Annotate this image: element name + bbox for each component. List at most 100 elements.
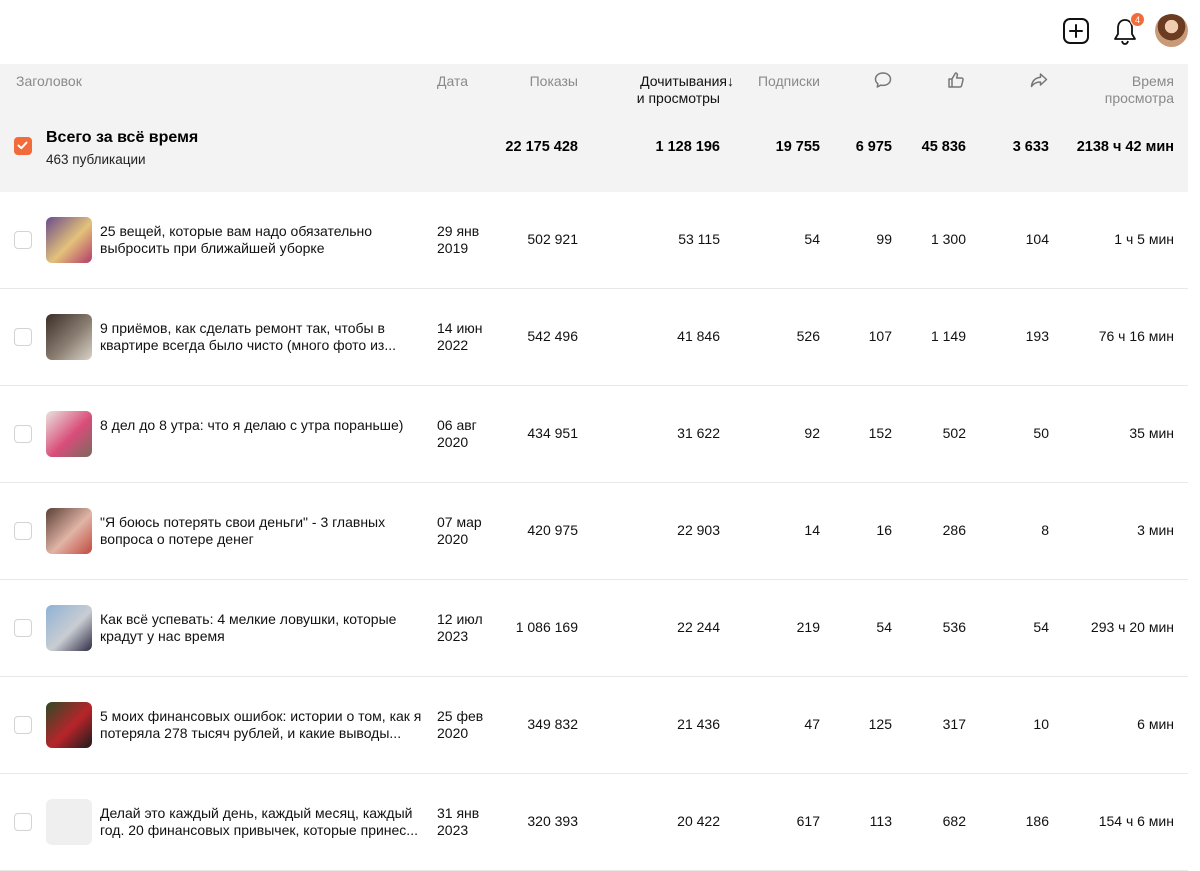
row-checkbox[interactable] [14, 716, 32, 734]
header-comments[interactable] [873, 70, 893, 90]
total-publications-count: 463 публикации [46, 152, 146, 167]
likes-cell: 502 [942, 425, 966, 441]
checkmark-icon [17, 141, 28, 150]
shares-cell: 193 [1025, 328, 1049, 344]
views-cell: 320 393 [527, 813, 578, 829]
publications-table: Заголовок Дата Показы Дочитывания↓ и про… [0, 64, 1188, 871]
shares-cell: 54 [1033, 619, 1049, 635]
views-cell: 420 975 [527, 522, 578, 538]
row-checkbox[interactable] [14, 619, 32, 637]
publication-title[interactable]: Делай это каждый день, каждый месяц, каж… [100, 805, 430, 839]
shares-cell: 8 [1041, 522, 1049, 538]
header-title[interactable]: Заголовок [16, 73, 82, 90]
shares-cell: 104 [1025, 231, 1049, 247]
publication-title[interactable]: 25 вещей, которые вам надо обязательно в… [100, 223, 430, 257]
comments-cell: 125 [868, 716, 892, 732]
likes-cell: 317 [942, 716, 966, 732]
views-cell: 434 951 [527, 425, 578, 441]
table-row[interactable]: 5 моих финансовых ошибок: истории о том,… [0, 677, 1188, 774]
row-checkbox[interactable] [14, 813, 32, 831]
shares-cell: 186 [1025, 813, 1049, 829]
total-watch-time: 2138 ч 42 мин [1076, 139, 1174, 155]
publication-thumbnail[interactable] [46, 411, 92, 457]
header-reads-line2: и просмотры [636, 90, 720, 106]
reads-cell: 53 115 [678, 231, 720, 247]
publication-thumbnail[interactable] [46, 217, 92, 263]
total-subscriptions: 19 755 [775, 139, 820, 155]
header-time-line1: Время [1131, 73, 1174, 89]
share-icon [1030, 73, 1048, 88]
reads-cell: 21 436 [677, 716, 720, 732]
views-cell: 502 921 [527, 231, 578, 247]
likes-cell: 536 [942, 619, 966, 635]
likes-cell: 682 [942, 813, 966, 829]
publication-thumbnail[interactable] [46, 605, 92, 651]
reads-cell: 22 903 [677, 522, 720, 538]
select-all-checkbox[interactable] [14, 137, 32, 155]
total-reads: 1 128 196 [655, 139, 720, 155]
comments-cell: 16 [876, 522, 892, 538]
header-reads-line1: Дочитывания↓ [640, 73, 734, 89]
table-row[interactable]: "Я боюсь потерять свои деньги" - 3 главн… [0, 483, 1188, 580]
header-reads[interactable]: Дочитывания↓ и просмотры [600, 73, 734, 107]
watch-time-cell: 154 ч 6 мин [1098, 813, 1174, 829]
user-avatar[interactable] [1155, 14, 1188, 47]
publication-thumbnail[interactable] [46, 799, 92, 845]
table-row[interactable]: 9 приёмов, как сделать ремонт так, чтобы… [0, 289, 1188, 386]
likes-cell: 1 149 [930, 328, 966, 344]
row-checkbox[interactable] [14, 425, 32, 443]
publication-title[interactable]: Как всё успевать: 4 мелкие ловушки, кото… [100, 611, 430, 645]
table-header: Заголовок Дата Показы Дочитывания↓ и про… [0, 64, 1188, 118]
shares-cell: 10 [1033, 716, 1049, 732]
publication-title[interactable]: 9 приёмов, как сделать ремонт так, чтобы… [100, 320, 430, 354]
shares-cell: 50 [1033, 425, 1049, 441]
notifications-button[interactable]: 4 [1111, 12, 1145, 47]
publication-title[interactable]: 5 моих финансовых ошибок: истории о том,… [100, 708, 430, 742]
subscriptions-cell: 617 [796, 813, 820, 829]
publication-thumbnail[interactable] [46, 508, 92, 554]
publication-thumbnail[interactable] [46, 314, 92, 360]
header-shares[interactable] [1029, 70, 1049, 90]
publication-thumbnail[interactable] [46, 702, 92, 748]
likes-cell: 1 300 [930, 231, 966, 247]
header-subscriptions[interactable]: Подписки [720, 73, 820, 90]
header-likes[interactable] [946, 70, 966, 90]
publication-title[interactable]: "Я боюсь потерять свои деньги" - 3 главн… [100, 514, 430, 548]
total-likes: 45 836 [921, 139, 966, 155]
subscriptions-cell: 219 [796, 619, 820, 635]
total-row: Всего за всё время 463 публикации 22 175… [0, 118, 1188, 192]
comment-icon [874, 72, 892, 88]
table-row[interactable]: Как всё успевать: 4 мелкие ловушки, кото… [0, 580, 1188, 677]
header-date[interactable]: Дата [437, 73, 468, 90]
header-time-line2: просмотра [1104, 90, 1174, 106]
views-cell: 1 086 169 [515, 619, 578, 635]
comments-cell: 113 [869, 813, 892, 829]
table-row[interactable]: Делай это каждый день, каждый месяц, каж… [0, 774, 1188, 871]
subscriptions-cell: 526 [796, 328, 820, 344]
watch-time-cell: 293 ч 20 мин [1090, 619, 1174, 635]
views-cell: 349 832 [527, 716, 578, 732]
publication-title[interactable]: 8 дел до 8 утра: что я делаю с утра пора… [100, 417, 430, 434]
row-checkbox[interactable] [14, 522, 32, 540]
header-watch-time[interactable]: Время просмотра [1060, 73, 1174, 107]
watch-time-cell: 1 ч 5 мин [1114, 231, 1174, 247]
reads-cell: 41 846 [677, 328, 720, 344]
top-bar: 4 [0, 0, 1200, 62]
add-publication-button[interactable] [1062, 17, 1090, 45]
notification-count-badge: 4 [1130, 12, 1145, 27]
total-comments: 6 975 [855, 139, 892, 155]
table-row[interactable]: 25 вещей, которые вам надо обязательно в… [0, 192, 1188, 289]
watch-time-cell: 35 мин [1129, 425, 1174, 441]
table-row[interactable]: 8 дел до 8 утра: что я делаю с утра пора… [0, 386, 1188, 483]
row-checkbox[interactable] [14, 328, 32, 346]
header-views[interactable]: Показы [478, 73, 578, 90]
table-body: 25 вещей, которые вам надо обязательно в… [0, 192, 1188, 871]
reads-cell: 22 244 [677, 619, 720, 635]
subscriptions-cell: 14 [804, 522, 820, 538]
watch-time-cell: 3 мин [1137, 522, 1174, 538]
subscriptions-cell: 47 [804, 716, 820, 732]
subscriptions-cell: 92 [804, 425, 820, 441]
reads-cell: 20 422 [677, 813, 720, 829]
row-checkbox[interactable] [14, 231, 32, 249]
reads-cell: 31 622 [677, 425, 720, 441]
